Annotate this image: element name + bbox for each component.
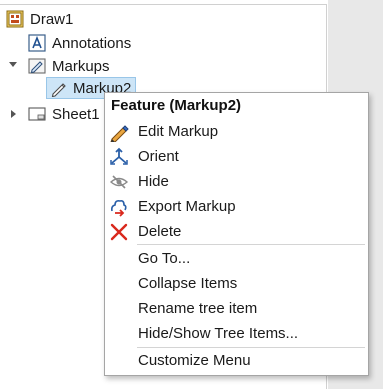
tree-node-sheet1[interactable]: Sheet1 [28, 103, 100, 125]
menu-item-label: Go To... [138, 250, 191, 267]
menu-item-label: Export Markup [138, 198, 236, 215]
markups-folder-icon [28, 58, 46, 74]
menu-item-go-to[interactable]: Go To... [105, 246, 368, 271]
app-window: Draw1 Annotations Markups Markup2 Sheet1… [0, 0, 383, 389]
delete-x-icon [110, 223, 128, 241]
tree-node-label: Draw1 [30, 10, 74, 28]
edit-pen-icon [110, 125, 129, 142]
sheet-icon [28, 107, 46, 121]
collapse-arrow-icon[interactable] [10, 110, 18, 118]
annotations-icon [28, 34, 46, 52]
tree-top-divider [0, 0, 327, 5]
menu-item-export-markup[interactable]: Export Markup [105, 194, 368, 219]
menu-item-hide-show-tree-items[interactable]: Hide/Show Tree Items... [105, 321, 368, 346]
menu-item-label: Hide [138, 173, 169, 190]
tree-node-annotations[interactable]: Annotations [28, 32, 131, 54]
orient-icon [110, 147, 128, 165]
context-menu-title: Feature (Markup2) [111, 97, 242, 114]
tree-node-label: Markups [52, 57, 110, 75]
menu-item-rename-tree-item[interactable]: Rename tree item [105, 296, 368, 321]
menu-item-label: Hide/Show Tree Items... [138, 325, 299, 342]
drawing-icon [6, 10, 24, 28]
tree-node-label: Annotations [52, 34, 132, 52]
menu-item-customize-menu[interactable]: Customize Menu [105, 348, 368, 373]
export-icon [111, 200, 127, 217]
menu-item-label: Rename tree item [138, 300, 258, 317]
menu-item-orient[interactable]: Orient [105, 144, 368, 169]
menu-item-delete[interactable]: Delete [105, 219, 368, 244]
menu-item-hide[interactable]: Hide [105, 169, 368, 194]
context-menu: Feature (Markup2) Edit Markup Orient Hid… [104, 92, 369, 376]
markup-pen-icon [51, 83, 66, 97]
menu-item-label: Delete [138, 223, 182, 240]
menu-item-edit-markup[interactable]: Edit Markup [105, 119, 368, 144]
menu-item-label: Orient [138, 148, 179, 165]
menu-item-label: Collapse Items [138, 275, 238, 292]
tree-node-markups[interactable]: Markups [28, 55, 110, 77]
expand-arrow-icon[interactable] [9, 61, 17, 69]
menu-item-label: Edit Markup [138, 123, 219, 140]
menu-separator [137, 244, 365, 245]
tree-node-draw1[interactable]: Draw1 [6, 8, 73, 30]
menu-item-collapse-items[interactable]: Collapse Items [105, 271, 368, 296]
menu-item-label: Customize Menu [138, 352, 251, 369]
hide-eye-icon [109, 175, 129, 189]
tree-node-label: Sheet1 [52, 105, 100, 123]
